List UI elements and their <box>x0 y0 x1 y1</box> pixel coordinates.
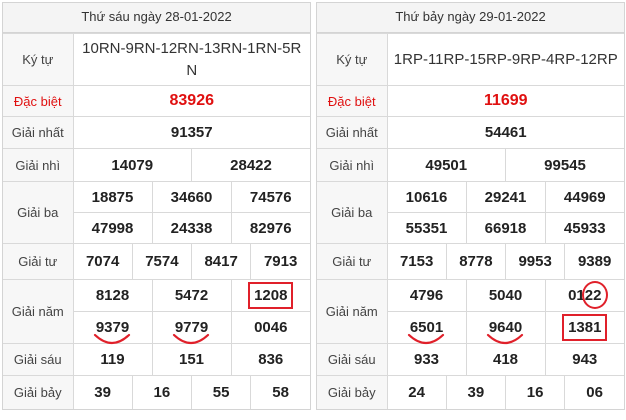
fourth-prize-2: 8778 <box>445 243 507 280</box>
third-prize-2: 29241 <box>465 181 546 213</box>
label-kytu: Ký tự <box>3 33 74 86</box>
seventh-prize-2: 16 <box>131 375 193 409</box>
fifth-prize-3-boxed: 1208 <box>248 282 294 309</box>
sixth-prize-2: 418 <box>465 343 546 376</box>
row-giai-sau: Giải sáu 119 151 836 <box>3 343 310 376</box>
second-prize-2: 99545 <box>505 148 624 182</box>
seventh-prize-4: 58 <box>250 375 310 409</box>
result-table-right: Thứ bảy ngày 29-01-2022 Ký tự 1RP-11RP-1… <box>316 2 625 410</box>
row-giai-ba-1: Giải ba 18875 34660 74576 <box>3 181 310 244</box>
third-prize-6: 82976 <box>230 212 310 244</box>
sixth-prize-3: 943 <box>544 343 624 376</box>
third-prize-5: 24338 <box>151 212 232 244</box>
fifth-prize-1: 8128 <box>95 287 130 304</box>
row-giai-tu: Giải tư 7074 7574 8417 7913 <box>3 243 310 280</box>
row-giai-nhi: Giải nhì 14079 28422 <box>3 148 310 182</box>
third-prize-1: 10616 <box>386 181 467 213</box>
seventh-prize-2: 39 <box>445 375 507 409</box>
sixth-prize-1: 119 <box>72 343 153 376</box>
row-giai-sau: Giải sáu 933 418 943 <box>317 343 624 376</box>
label-giai-sau: Giải sáu <box>3 343 74 376</box>
row-dac-biet: Đặc biệt 11699 <box>317 85 624 117</box>
label-dac-biet: Đặc biệt <box>3 85 74 117</box>
special-prize: 83926 <box>72 85 310 117</box>
row-giai-nam-1: Giải năm 8128 5472 1208 <box>3 279 310 344</box>
fourth-prize-3: 9953 <box>504 243 566 280</box>
label-giai-tu: Giải tư <box>317 243 388 280</box>
row-giai-bay: Giải bảy 24 39 16 06 <box>317 375 624 409</box>
fourth-prize-4: 7913 <box>250 243 310 280</box>
label-giai-bay: Giải bảy <box>3 375 74 409</box>
fifth-prize-6-boxed: 1381 <box>562 314 608 341</box>
prize-table: Ký tự 1RP-11RP-15RP-9RP-4RP-12RP Đặc biệ… <box>317 33 624 409</box>
third-prize-3: 44969 <box>544 181 624 213</box>
fourth-prize-2: 7574 <box>131 243 193 280</box>
row-giai-ba-1: Giải ba 10616 29241 44969 <box>317 181 624 244</box>
sixth-prize-2: 151 <box>151 343 232 376</box>
underline-mark <box>93 333 130 345</box>
fifth-prize-1: 4796 <box>409 287 444 304</box>
row-dac-biet: Đặc biệt 83926 <box>3 85 310 117</box>
third-prize-2: 34660 <box>151 181 232 213</box>
label-giai-nhat: Giải nhất <box>317 116 388 149</box>
date-header: Thứ sáu ngày 28-01-2022 <box>3 3 310 33</box>
seventh-prize-4: 06 <box>564 375 624 409</box>
seventh-prize-3: 16 <box>504 375 566 409</box>
seventh-prize-1: 39 <box>72 375 133 409</box>
second-prize-1: 49501 <box>386 148 506 182</box>
label-giai-tu: Giải tư <box>3 243 74 280</box>
third-prize-6: 45933 <box>544 212 624 244</box>
label-kytu: Ký tự <box>317 33 388 86</box>
row-giai-nam-1: Giải năm 4796 5040 0122 <box>317 279 624 344</box>
special-prize: 11699 <box>386 85 624 117</box>
seventh-prize-1: 24 <box>386 375 447 409</box>
row-giai-tu: Giải tư 7153 8778 9953 9389 <box>317 243 624 280</box>
label-giai-nhat: Giải nhất <box>3 116 74 149</box>
label-giai-nhi: Giải nhì <box>317 148 388 182</box>
fifth-prize-2: 5040 <box>488 287 523 304</box>
label-giai-sau: Giải sáu <box>317 343 388 376</box>
kytu-value: 10RN-9RN-12RN-13RN-1RN-5RN <box>72 33 310 86</box>
row-giai-nhi: Giải nhì 49501 99545 <box>317 148 624 182</box>
seventh-prize-3: 55 <box>190 375 252 409</box>
label-dac-biet: Đặc biệt <box>317 85 388 117</box>
fourth-prize-4: 9389 <box>564 243 624 280</box>
underline-mark <box>172 333 209 345</box>
result-table-left: Thứ sáu ngày 28-01-2022 Ký tự 10RN-9RN-1… <box>2 2 311 410</box>
underline-mark <box>486 333 523 345</box>
row-giai-nhat: Giải nhất 91357 <box>3 116 310 149</box>
fourth-prize-1: 7074 <box>72 243 133 280</box>
first-prize: 91357 <box>72 116 310 149</box>
third-prize-4: 47998 <box>73 212 153 244</box>
date-header: Thứ bảy ngày 29-01-2022 <box>317 3 624 33</box>
third-prize-1: 18875 <box>72 181 153 213</box>
fifth-prize-6: 0046 <box>254 319 288 336</box>
label-giai-nam: Giải năm <box>317 279 388 344</box>
label-giai-nam: Giải năm <box>3 279 74 344</box>
row-giai-nhat: Giải nhất 54461 <box>317 116 624 149</box>
label-giai-ba: Giải ba <box>317 181 388 244</box>
circle-mark <box>582 281 609 309</box>
prize-table: Ký tự 10RN-9RN-12RN-13RN-1RN-5RN Đặc biệ… <box>3 33 310 409</box>
row-kytu: Ký tự 10RN-9RN-12RN-13RN-1RN-5RN <box>3 33 310 86</box>
sixth-prize-3: 836 <box>230 343 310 376</box>
label-giai-nhi: Giải nhì <box>3 148 74 182</box>
second-prize-1: 14079 <box>72 148 192 182</box>
fifth-prize-2: 5472 <box>174 287 209 304</box>
third-prize-5: 66918 <box>465 212 546 244</box>
first-prize: 54461 <box>386 116 624 149</box>
underline-mark <box>407 333 444 345</box>
label-giai-ba: Giải ba <box>3 181 74 244</box>
kytu-value: 1RP-11RP-15RP-9RP-4RP-12RP <box>386 33 624 86</box>
row-kytu: Ký tự 1RP-11RP-15RP-9RP-4RP-12RP <box>317 33 624 86</box>
second-prize-2: 28422 <box>191 148 310 182</box>
fourth-prize-3: 8417 <box>190 243 252 280</box>
row-giai-bay: Giải bảy 39 16 55 58 <box>3 375 310 409</box>
third-prize-4: 55351 <box>387 212 467 244</box>
third-prize-3: 74576 <box>230 181 310 213</box>
fourth-prize-1: 7153 <box>386 243 447 280</box>
label-giai-bay: Giải bảy <box>317 375 388 409</box>
sixth-prize-1: 933 <box>386 343 467 376</box>
